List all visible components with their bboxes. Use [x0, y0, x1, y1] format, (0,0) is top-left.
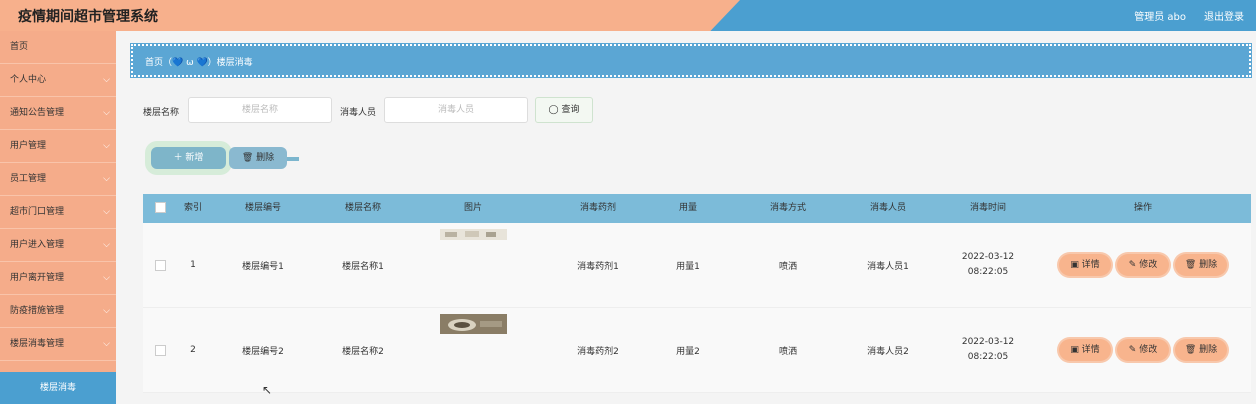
top-bar: 疫情期间超市管理系统 管理员 abo 退出登录 — [0, 0, 1256, 31]
main-content: 首页（💙 ω 💙）楼层消毒 楼层名称 消毒人员 ◯ 查询 ＋ 新增 🗑 删除 索… — [116, 31, 1256, 404]
edit-button[interactable]: ✎ 修改 — [1117, 339, 1169, 361]
cell-index: 2 — [190, 345, 196, 355]
delete-button[interactable]: 🗑 删除 — [1175, 254, 1227, 276]
sidebar-item-home[interactable]: 首页 — [0, 31, 116, 64]
query-button[interactable]: ◯ 查询 — [535, 97, 593, 123]
sidebar-item-label: 防疫措施管理 — [10, 306, 65, 316]
table-row: 1 楼层编号1 楼层名称1 消毒药剂1 用量1 喷洒 消毒人员1 2022-03… — [143, 223, 1251, 308]
col-method: 消毒方式 — [769, 203, 806, 213]
mouse-cursor-icon: ↖ — [262, 383, 273, 397]
chevron-down-icon: ⌵ — [103, 141, 110, 151]
cell-time: 2022-03-12 08:22:05 — [961, 252, 1015, 277]
col-actions: 操作 — [1133, 203, 1152, 213]
logout-link[interactable]: 退出登录 — [1204, 8, 1244, 23]
cell-floor-no: 楼层编号2 — [242, 346, 284, 357]
chevron-down-icon: ⌵ — [103, 75, 110, 85]
sidebar-item-label: 员工管理 — [10, 174, 47, 184]
chevron-down-icon: ⌵ — [103, 306, 110, 316]
batch-delete-button[interactable]: 🗑 删除 — [229, 147, 287, 169]
cell-index: 1 — [190, 260, 196, 270]
col-floor-no: 楼层编号 — [244, 203, 281, 213]
sidebar-item-prevention[interactable]: 防疫措施管理 ⌵ — [0, 295, 116, 328]
chevron-down-icon: ⌵ — [103, 108, 110, 118]
sidebar-item-label: 用户管理 — [10, 141, 47, 151]
floor-thumbnail — [439, 229, 507, 240]
sidebar-item-entrance[interactable]: 超市门口管理 ⌵ — [0, 196, 116, 229]
cell-amount: 用量1 — [676, 261, 700, 272]
detail-button[interactable]: ▣ 详情 — [1059, 254, 1111, 276]
action-bar: ＋ 新增 🗑 删除 — [151, 143, 301, 173]
sidebar-item-disinfection[interactable]: 楼层消毒管理 ⌵ — [0, 328, 116, 361]
admin-label: 管理员 abo — [1134, 12, 1186, 23]
sidebar-item-users[interactable]: 用户管理 ⌵ — [0, 130, 116, 163]
floor-name-label: 楼层名称 — [143, 108, 180, 118]
col-floor-name: 楼层名称 — [344, 203, 381, 213]
cell-actions: ▣ 详情 ✎ 修改 🗑 删除 — [1048, 308, 1238, 392]
sidebar-subitem-floor-disinfection[interactable]: 楼层消毒 — [0, 372, 116, 404]
col-image: 图片 — [463, 203, 482, 213]
cell-amount: 用量2 — [676, 346, 700, 357]
chevron-down-icon: ⌵ — [103, 339, 110, 349]
data-table: 索引 楼层编号 楼层名称 图片 消毒药剂 用量 消毒方式 消毒人员 消毒时间 操… — [143, 194, 1251, 393]
col-time: 消毒时间 — [969, 203, 1006, 213]
sidebar-item-label: 用户离开管理 — [10, 273, 65, 283]
chevron-down-icon: ⌵ — [103, 174, 110, 184]
cell-image — [433, 308, 513, 392]
chevron-down-icon: ⌵ — [103, 273, 110, 283]
table-header: 索引 楼层编号 楼层名称 图片 消毒药剂 用量 消毒方式 消毒人员 消毒时间 操… — [143, 194, 1251, 223]
chevron-down-icon: ⌵ — [103, 207, 110, 217]
table-row: 2 楼层编号2 楼层名称2 消毒药剂2 用量2 喷洒 消毒人员2 2022-03… — [143, 308, 1251, 393]
sidebar: 首页 个人中心 ⌵ 通知公告管理 ⌵ 用户管理 ⌵ 员工管理 ⌵ 超市门口管理 ⌵ 用户进… — [0, 31, 116, 404]
chevron-down-icon: ⌵ — [103, 240, 110, 250]
app-title: 疫情期间超市管理系统 — [18, 9, 158, 25]
cell-person: 消毒人员2 — [867, 346, 909, 357]
col-amount: 用量 — [678, 203, 697, 213]
cell-floor-no: 楼层编号1 — [242, 261, 284, 272]
delete-button[interactable]: 🗑 删除 — [1175, 339, 1227, 361]
cell-floor-name: 楼层名称1 — [342, 261, 384, 272]
cell-person: 消毒人员1 — [867, 261, 909, 272]
cell-time: 2022-03-12 08:22:05 — [961, 337, 1015, 362]
sidebar-item-staff[interactable]: 员工管理 ⌵ — [0, 163, 116, 196]
row-checkbox[interactable] — [143, 223, 177, 307]
sidebar-item-label: 楼层消毒管理 — [10, 339, 65, 349]
sidebar-item-notice[interactable]: 通知公告管理 ⌵ — [0, 97, 116, 130]
floor-name-input[interactable] — [188, 97, 332, 123]
sidebar-item-label: 用户进入管理 — [10, 240, 65, 250]
sidebar-item-label: 个人中心 — [10, 75, 47, 85]
sidebar-item-label: 首页 — [10, 42, 29, 52]
row-checkbox[interactable] — [143, 308, 177, 392]
person-label: 消毒人员 — [340, 108, 377, 118]
sidebar-item-label: 通知公告管理 — [10, 108, 65, 118]
cell-floor-name: 楼层名称2 — [342, 346, 384, 357]
cell-actions: ▣ 详情 ✎ 修改 🗑 删除 — [1048, 223, 1238, 307]
add-button[interactable]: ＋ 新增 — [151, 147, 226, 169]
cell-method: 喷洒 — [778, 261, 797, 272]
edit-button[interactable]: ✎ 修改 — [1117, 254, 1169, 276]
select-all-checkbox[interactable] — [143, 194, 177, 223]
col-agent: 消毒药剂 — [579, 203, 616, 213]
cell-method: 喷洒 — [778, 346, 797, 357]
cell-agent: 消毒药剂2 — [577, 346, 619, 357]
sidebar-item-personal-center[interactable]: 个人中心 ⌵ — [0, 64, 116, 97]
sidebar-item-user-leave[interactable]: 用户离开管理 ⌵ — [0, 262, 116, 295]
sidebar-item-user-enter[interactable]: 用户进入管理 ⌵ — [0, 229, 116, 262]
cell-agent: 消毒药剂1 — [577, 261, 619, 272]
cell-image — [433, 223, 513, 307]
person-input[interactable] — [384, 97, 528, 123]
floor-thumbnail — [439, 314, 507, 334]
detail-button[interactable]: ▣ 详情 — [1059, 339, 1111, 361]
breadcrumb: 首页（💙 ω 💙）楼层消毒 — [131, 44, 1251, 77]
col-index: 索引 — [183, 203, 202, 213]
sidebar-item-label: 超市门口管理 — [10, 207, 65, 217]
col-person: 消毒人员 — [869, 203, 906, 213]
breadcrumb-text: 首页（💙 ω 💙）楼层消毒 — [145, 58, 253, 68]
